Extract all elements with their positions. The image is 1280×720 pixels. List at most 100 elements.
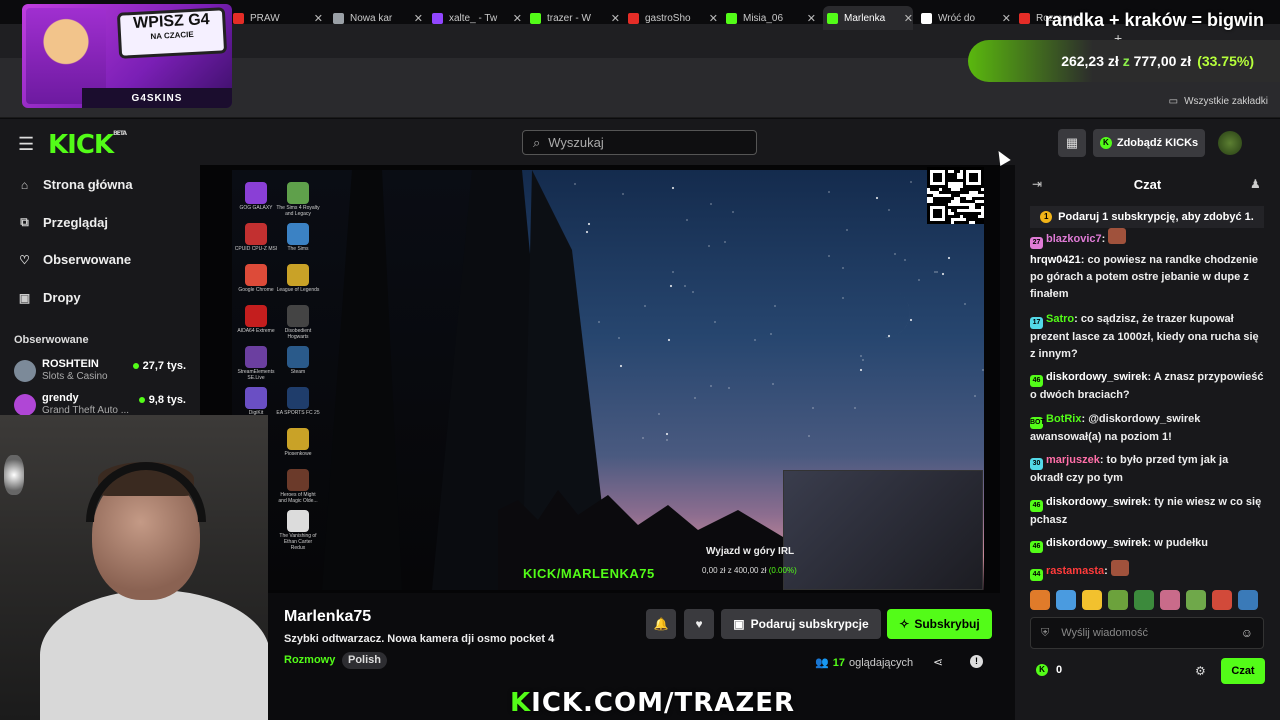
chat-users-icon[interactable]: ♟: [1250, 177, 1261, 191]
emote-icon[interactable]: [1160, 590, 1180, 610]
close-tab-icon[interactable]: ✕: [314, 12, 323, 25]
viewer-count: 👥 17 oglądających: [815, 656, 914, 670]
info-icon[interactable]: !: [970, 655, 983, 668]
layout-toggle-button[interactable]: ▦: [1058, 129, 1086, 157]
chat-message: hrqw0421: co powiesz na randke chodzenie…: [1030, 252, 1264, 303]
followed-channel[interactable]: ROSHTEIN Slots & Casino 27,7 tys.: [14, 358, 190, 388]
live-dot-icon: [138, 397, 145, 403]
browser-tab[interactable]: Wróć do ✕: [921, 6, 1011, 30]
sidebar-item-3[interactable]: ▣ Dropy: [18, 290, 81, 305]
moon-icon: [872, 292, 910, 338]
language-tag[interactable]: Polish: [342, 652, 388, 669]
emote-icon[interactable]: [1082, 590, 1102, 610]
following-header: Obserwowane: [14, 334, 89, 346]
streamer-camera-feed: [783, 470, 983, 590]
chat-message: 44 rastamasta:: [1030, 560, 1264, 581]
user-avatar[interactable]: [1218, 131, 1242, 155]
browser-tab[interactable]: Marlenka ✕: [823, 6, 913, 30]
emote-icon[interactable]: [1238, 590, 1258, 610]
notification-bell-icon[interactable]: 🔔: [646, 609, 676, 639]
chat-username[interactable]: diskordowy_swirek: [1046, 496, 1148, 508]
chat-username[interactable]: diskordowy_swirek: [1046, 537, 1148, 549]
chat-message: 46 diskordowy_swirek: A znasz przypowieść…: [1030, 369, 1264, 404]
close-tab-icon[interactable]: ✕: [904, 12, 913, 25]
browser-tab[interactable]: Nowa kar ✕: [333, 6, 423, 30]
subscriber-badge-icon: BOT: [1030, 417, 1045, 429]
close-tab-icon[interactable]: ✕: [1002, 12, 1011, 25]
browser-tab[interactable]: xalte_ - Tw ✕: [432, 6, 522, 30]
chat-username[interactable]: marjuszek: [1046, 454, 1100, 466]
chat-username[interactable]: Satro: [1046, 313, 1074, 325]
qr-pattern: [927, 167, 984, 224]
chat-colon: :: [1101, 233, 1109, 245]
get-kicks-button[interactable]: K Zdobądź KICKs: [1093, 129, 1205, 157]
emote-icon[interactable]: [1108, 590, 1128, 610]
subscriber-badge-icon: 27: [1030, 237, 1043, 249]
stream-category[interactable]: Rozmowy: [284, 654, 335, 666]
emote-icon[interactable]: [1056, 590, 1076, 610]
gift-subscription-button[interactable]: ▣ Podaruj subskrypcje: [721, 609, 881, 639]
browser-tab[interactable]: Misia_06 ✕: [726, 6, 816, 30]
close-tab-icon[interactable]: ✕: [709, 12, 718, 25]
desktop-app-icon: [287, 305, 309, 327]
chat-username[interactable]: BotRix: [1046, 413, 1081, 425]
folder-icon: ▭: [1168, 96, 1179, 107]
viewers-icon: 👥: [815, 657, 829, 669]
chat-colon: :: [1099, 454, 1107, 466]
subscriber-badge-icon: 44: [1030, 569, 1043, 581]
chat-message: 46 diskordowy_swirek: w pudełku: [1030, 535, 1264, 553]
emoji-icon[interactable]: ☺: [1241, 626, 1253, 640]
kick-logo[interactable]: KICKBETA: [48, 130, 127, 160]
stream-title: Szybki odtwarzacz. Nowa kamera dji osmo …: [284, 633, 555, 645]
qr-code: [927, 167, 984, 224]
irl-goal-title: Wyjazd w góry IRL: [706, 546, 795, 557]
chat-message-input[interactable]: ⛨ Wyślij wiadomość ☺: [1030, 617, 1264, 649]
browser-tab[interactable]: gastroSho ✕: [628, 6, 718, 30]
share-icon[interactable]: ⋖: [933, 655, 943, 669]
sidebar-item-0[interactable]: ⌂ Strona główna: [18, 177, 133, 192]
desktop-app-icon: [287, 346, 309, 368]
subscribe-button[interactable]: ✧ Subskrybuj: [887, 609, 992, 639]
follow-heart-icon[interactable]: ♥: [684, 609, 714, 639]
emote-bar: [1030, 590, 1264, 612]
sidebar-item-2[interactable]: ♡ Obserwowane: [18, 252, 131, 267]
chat-username[interactable]: hrqw0421: [1030, 254, 1081, 266]
browser-tab[interactable]: PRAW ✕: [233, 6, 323, 30]
donation-goal: 262,23 zł z 777,00 zł (33.75%): [968, 40, 1280, 82]
kicks-coin-icon: K: [1099, 137, 1112, 149]
close-tab-icon[interactable]: ✕: [807, 12, 816, 25]
desktop-app-icon: [245, 182, 267, 204]
chat-text: w pudełku: [1154, 537, 1209, 549]
webcam-person-shirt: [40, 590, 270, 720]
search-input[interactable]: ⌕ Wyszukaj: [522, 130, 757, 155]
pinned-gift-banner[interactable]: 1 Podaruj 1 subskrypcję, aby zdobyć 1.: [1030, 206, 1264, 228]
all-bookmarks[interactable]: ▭ Wszystkie zakładki: [1169, 96, 1268, 107]
streamer-name[interactable]: Marlenka75: [284, 608, 371, 626]
sidebar-item-1[interactable]: ⧉ Przeglądaj: [18, 215, 108, 230]
chat-send-button[interactable]: Czat: [1221, 658, 1265, 684]
coin-icon: 1: [1040, 211, 1053, 223]
close-tab-icon[interactable]: ✕: [611, 12, 620, 25]
emote-icon[interactable]: [1212, 590, 1232, 610]
twitch-icon: [432, 12, 443, 24]
emote-icon[interactable]: [1134, 590, 1154, 610]
chat-username[interactable]: rastamasta: [1046, 565, 1104, 577]
browser-tab[interactable]: trazer - W ✕: [530, 6, 620, 30]
hamburger-menu-icon[interactable]: ☰: [18, 134, 34, 155]
chat-colon: :: [1074, 313, 1081, 325]
chat-settings-gear-icon[interactable]: ⚙: [1195, 664, 1206, 678]
shield-icon: ⛨: [1041, 626, 1050, 639]
subscriber-badge-icon: 46: [1030, 375, 1043, 387]
chat-username[interactable]: diskordowy_swirek: [1046, 371, 1148, 383]
desktop-app-icon: [245, 223, 267, 245]
emote-icon[interactable]: [1030, 590, 1050, 610]
youtube-icon: [628, 12, 639, 24]
bottom-url-overlay: KICK.COM/TRAZER: [510, 688, 795, 718]
close-tab-icon[interactable]: ✕: [513, 12, 522, 25]
bing-icon: [921, 12, 932, 24]
chat-username[interactable]: blazkovic7: [1046, 233, 1102, 245]
emote-icon[interactable]: [1186, 590, 1206, 610]
kicks-balance: K0: [1036, 664, 1062, 676]
desktop-app-icon: [287, 264, 309, 286]
close-tab-icon[interactable]: ✕: [414, 12, 423, 25]
